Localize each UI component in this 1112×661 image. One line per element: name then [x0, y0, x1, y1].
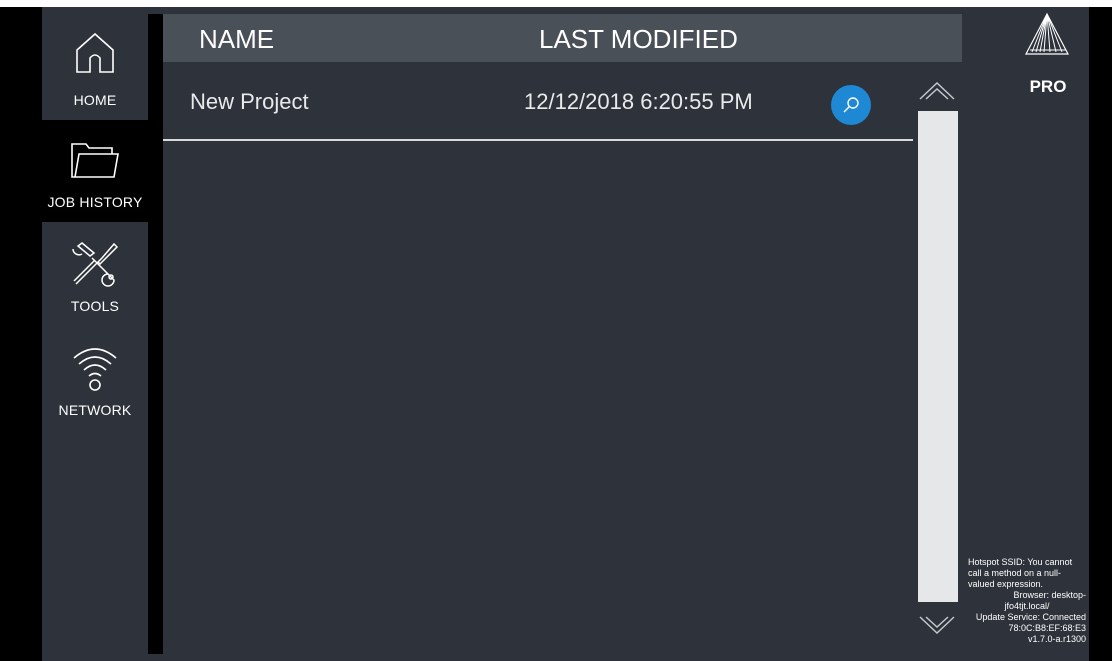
sidebar-item-network[interactable]: NETWORK: [42, 324, 148, 426]
chevron-up-icon: [919, 82, 955, 100]
scrollbar-track[interactable]: [918, 111, 958, 602]
search-button[interactable]: [831, 85, 871, 125]
sidebar-item-label: HOME: [73, 92, 117, 108]
mac-address: 78:0C:B8:EF:68:E3: [1008, 623, 1086, 633]
browser-line: Browser: desktop-: [1013, 590, 1086, 600]
table-header: NAME LAST MODIFIED: [163, 14, 962, 62]
edition-label: PRO: [1029, 77, 1067, 96]
column-header-name[interactable]: NAME: [199, 24, 274, 55]
right-border: [1089, 7, 1112, 661]
prism-logo-icon: [1024, 12, 1070, 56]
chevron-down-icon: [919, 616, 955, 634]
tools-icon: [42, 240, 148, 290]
search-icon: [843, 97, 859, 113]
sidebar-divider: [148, 14, 163, 654]
scroll-down-button[interactable]: [916, 613, 958, 637]
column-header-last-modified[interactable]: LAST MODIFIED: [539, 24, 738, 55]
scroll-up-button[interactable]: [916, 79, 958, 103]
browser-line: jfo4tjt.local/: [1004, 601, 1050, 611]
project-name: New Project: [190, 89, 309, 114]
home-icon: [42, 30, 148, 74]
last-modified-date: 12/12/2018 6:20:55 PM: [524, 89, 753, 114]
update-service-status: Update Service: Connected: [975, 612, 1086, 622]
table-row[interactable]: New Project 12/12/2018 6:20:55 PM: [163, 79, 913, 141]
version-label: v1.7.0-a.r1300: [1027, 634, 1086, 644]
sidebar-item-home[interactable]: HOME: [42, 18, 148, 120]
sidebar-item-tools[interactable]: TOOLS: [42, 222, 148, 324]
hotspot-ssid-line: Hotspot SSID: You cannot: [968, 557, 1073, 567]
left-border: [0, 7, 42, 661]
wifi-icon: [42, 346, 148, 392]
hotspot-ssid-line: call a method on a null-: [968, 568, 1062, 578]
hotspot-ssid-line: valued expression.: [968, 579, 1044, 589]
status-info: Hotspot SSID: You cannot call a method o…: [968, 557, 1086, 645]
folder-icon: [42, 140, 148, 180]
sidebar-item-job-history[interactable]: JOB HISTORY: [42, 120, 148, 222]
sidebar-item-label: NETWORK: [58, 402, 132, 418]
app-window: HOME JOB HISTORY TOOLS NETWORK NAME LAST…: [0, 7, 1112, 661]
sidebar-item-label: TOOLS: [70, 298, 120, 314]
sidebar-item-label: JOB HISTORY: [47, 194, 143, 210]
